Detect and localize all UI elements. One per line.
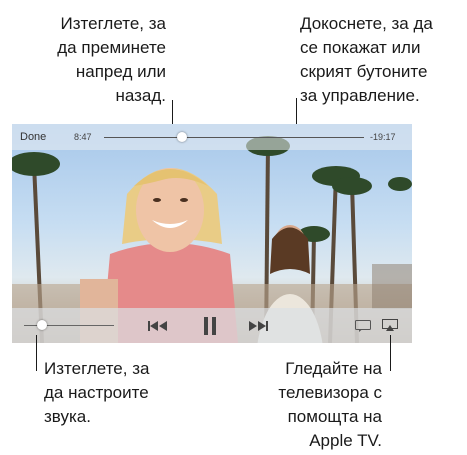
volume-callout-line-1: Изтеглете, за [44,359,150,378]
scrubber-thumb[interactable] [177,132,187,142]
volume-thumb[interactable] [37,320,47,330]
bottom-controls-bar [12,308,412,343]
airplay-callout-line-1: Гледайте на [285,359,382,378]
scrubber-track[interactable] [104,137,364,138]
top-controls-bar: Done 8:47 -19:17 [12,124,412,150]
tap-callout-line-3: скрият бутоните [300,62,428,81]
tap-callout-line-2: се покажат или [300,38,421,57]
subtitles-icon[interactable] [355,320,371,332]
previous-icon[interactable] [148,320,168,332]
scrub-callout-line-1: Изтеглете, за [60,14,166,33]
airplay-callout: Гледайте на телевизора с помощта на Appl… [248,357,382,453]
done-button[interactable]: Done [20,131,46,143]
airplay-callout-line-2: телевизора с [278,383,382,402]
airplay-callout-line-4: Apple TV. [309,431,382,450]
next-icon[interactable] [248,320,268,332]
tap-callout: Докоснете, за да се покажат или скрият б… [300,12,433,108]
remaining-time: -19:17 [370,132,396,142]
volume-callout-line-2: да настроите [44,383,149,402]
pause-icon[interactable] [203,317,217,335]
volume-leader-line [36,335,37,371]
airplay-leader-line [390,335,391,371]
volume-callout: Изтеглете, за да настроите звука. [44,357,149,429]
scrub-callout-line-2: да преминете [57,38,166,57]
volume-callout-line-3: звука. [44,407,91,426]
elapsed-time: 8:47 [74,132,92,142]
scrub-callout: Изтеглете, за да преминете напред или на… [34,12,166,108]
scrub-callout-line-3: напред или [75,62,166,81]
tap-callout-line-4: за управление. [300,86,420,105]
video-player[interactable]: Done 8:47 -19:17 [12,124,412,343]
tap-callout-line-1: Докоснете, за да [300,14,433,33]
airplay-callout-line-3: помощта на [287,407,382,426]
scrub-callout-line-4: назад. [115,86,166,105]
airplay-icon[interactable] [382,319,398,332]
